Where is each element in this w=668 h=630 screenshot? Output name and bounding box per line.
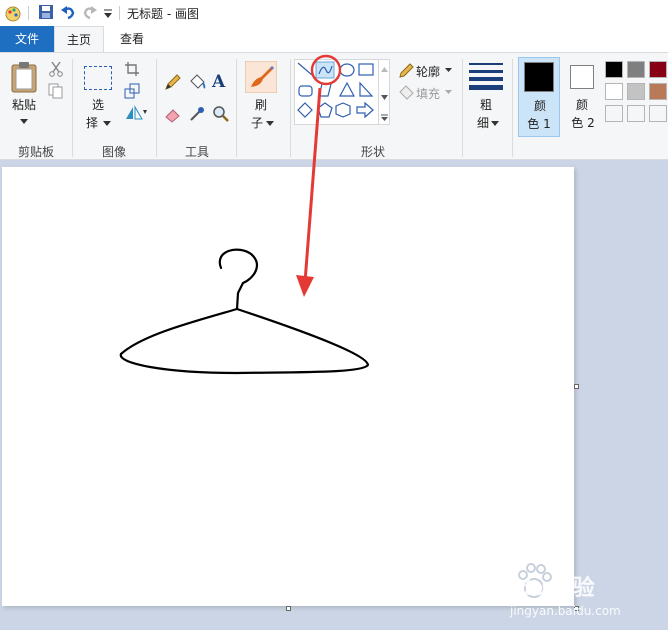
watermark-url: jingyan.baidu.com — [510, 604, 621, 618]
highlight-circle — [310, 54, 342, 86]
annotation-arrow-head — [296, 275, 314, 297]
annotation-overlay — [296, 54, 342, 297]
watermark: Baidu经验 jingyan.baidu.com — [470, 560, 665, 626]
watermark-brand: Baidu经验 — [474, 576, 596, 601]
annotation-arrow — [303, 87, 322, 283]
